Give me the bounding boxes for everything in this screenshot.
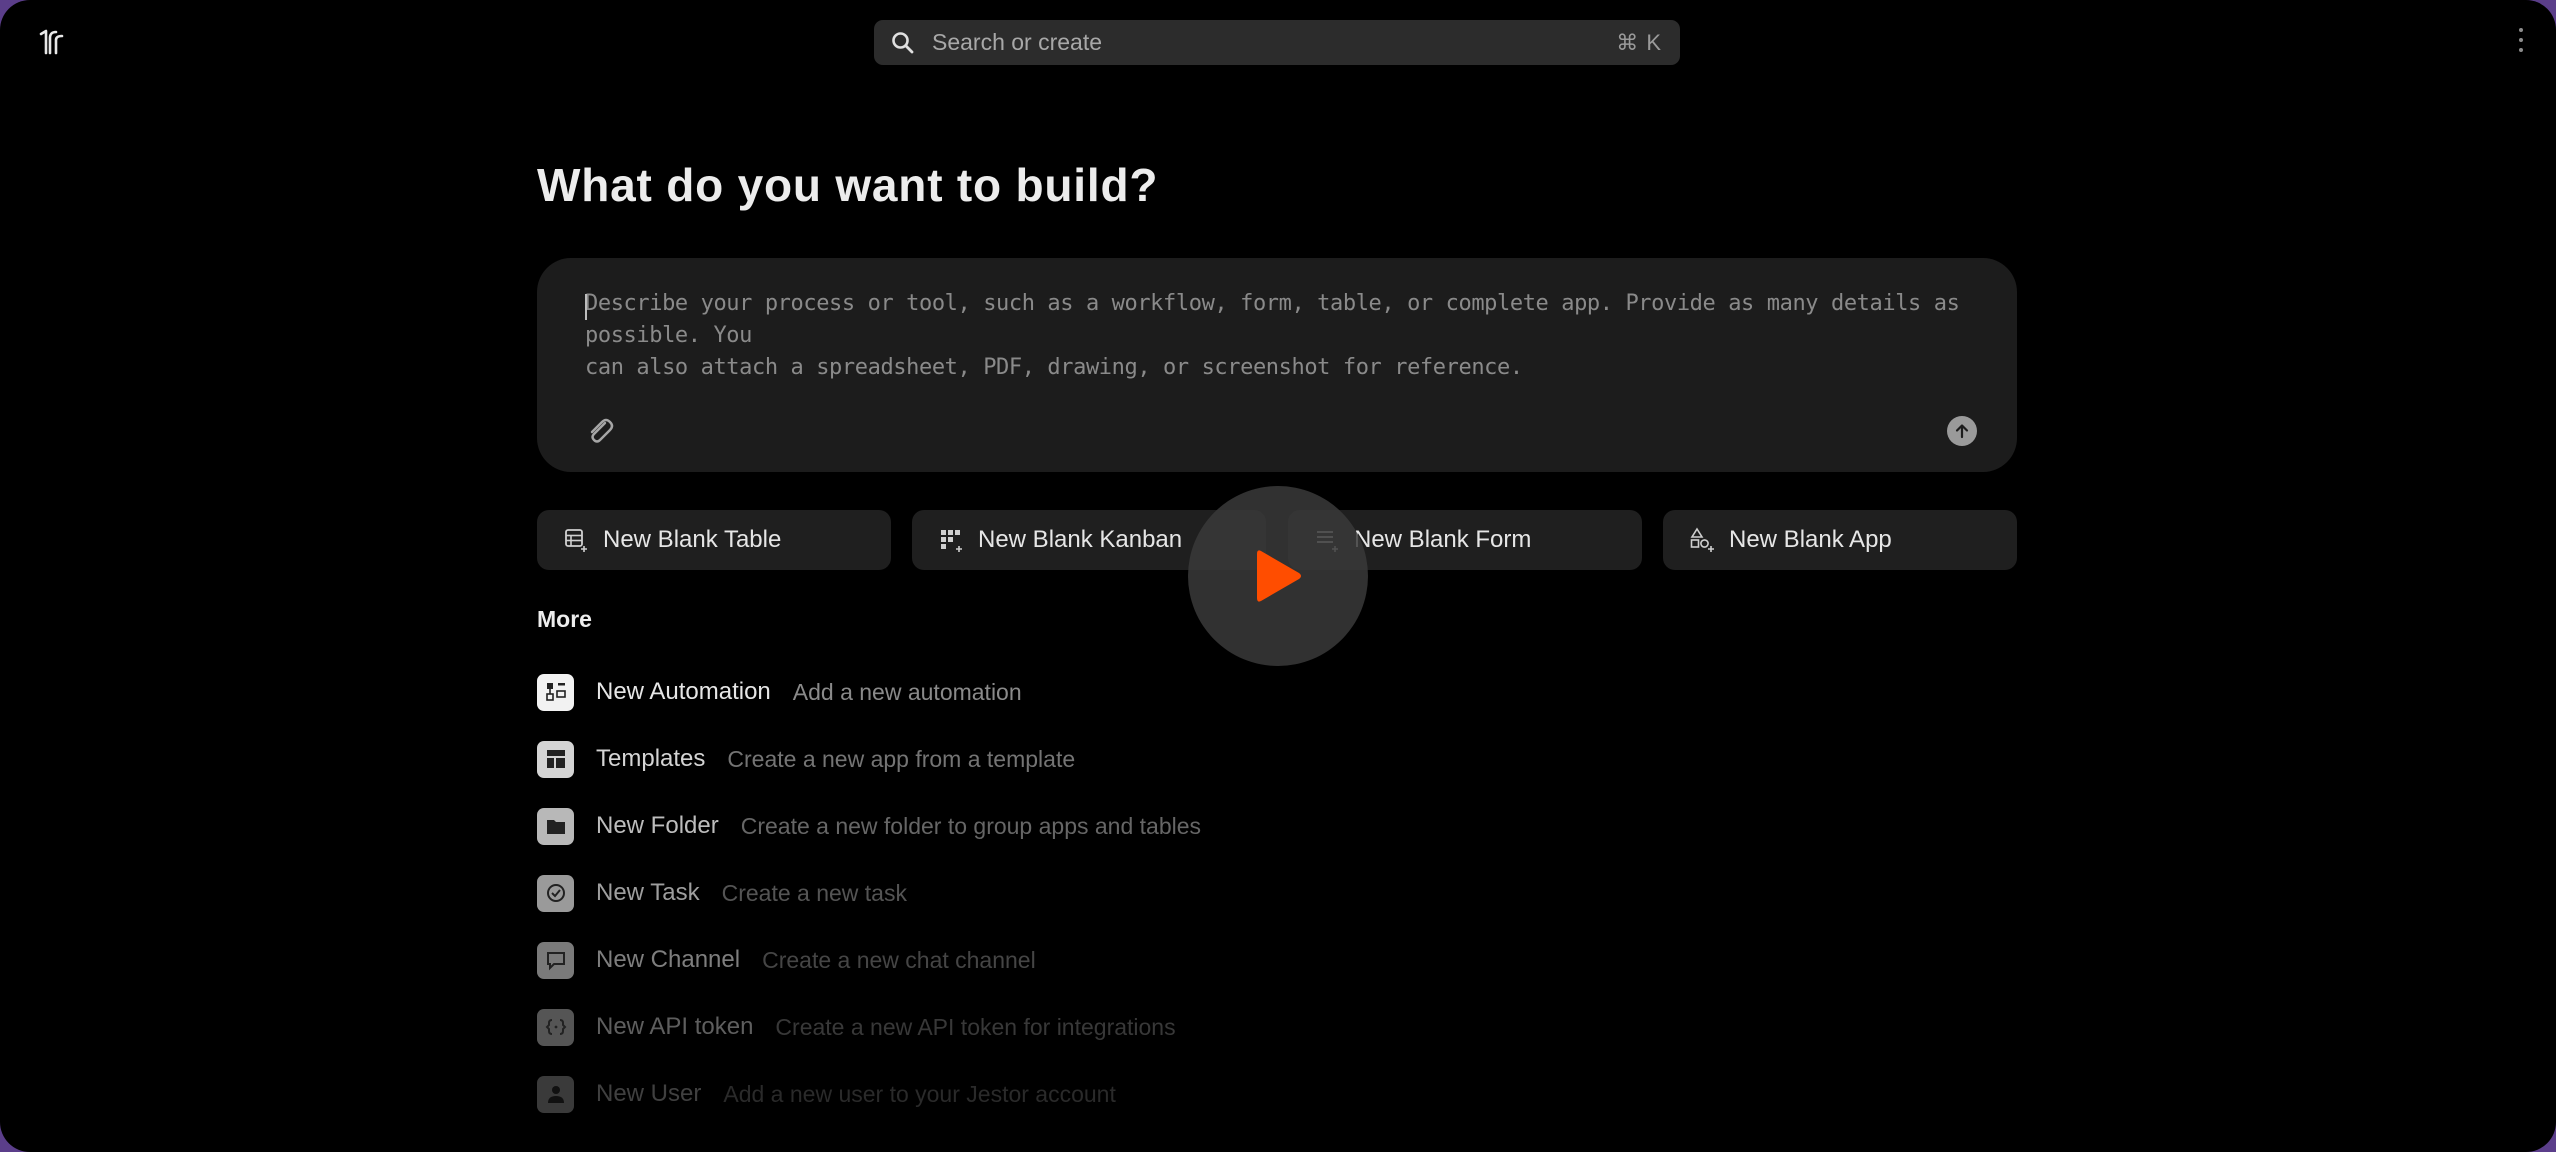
- more-item-desc: Create a new app from a template: [727, 745, 1076, 772]
- more-item-title: New Automation: [596, 678, 771, 705]
- new-blank-app-button[interactable]: New Blank App: [1663, 510, 2017, 570]
- more-item-title: New API token: [596, 1013, 754, 1040]
- more-item-title: New Task: [596, 879, 700, 906]
- more-item-new-automation[interactable]: New Automation Add a new automation: [537, 672, 1022, 712]
- more-item-desc: Add a new automation: [792, 678, 1022, 705]
- new-blank-app-label: New Blank App: [1729, 526, 1892, 553]
- more-item-desc: Create a new chat channel: [762, 946, 1036, 973]
- api-token-icon: [537, 1008, 574, 1046]
- send-button[interactable]: [1947, 416, 1977, 446]
- search-bar[interactable]: Search or create ⌘ K: [874, 20, 1680, 65]
- more-item-desc: Add a new user to your Jestor account: [723, 1080, 1116, 1107]
- new-blank-kanban-label: New Blank Kanban: [978, 526, 1183, 553]
- more-item-templates[interactable]: Templates Create a new app from a templa…: [537, 739, 1075, 779]
- task-icon: [537, 874, 574, 912]
- page-title: What do you want to build?: [537, 159, 1159, 211]
- more-item-new-user[interactable]: New User Add a new user to your Jestor a…: [537, 1074, 1116, 1114]
- prompt-input[interactable]: Describe your process or tool, such as a…: [537, 258, 2017, 472]
- logo-icon[interactable]: [38, 28, 66, 56]
- more-item-desc: Create a new task: [721, 879, 907, 906]
- more-item-new-task[interactable]: New Task Create a new task: [537, 873, 907, 913]
- folder-icon: [537, 807, 574, 845]
- new-blank-form-label: New Blank Form: [1354, 526, 1532, 553]
- prompt-placeholder-line-2: can also attach a spreadsheet, PDF, draw…: [585, 355, 1523, 380]
- app-window: Search or create ⌘ K What do you want to…: [0, 0, 2556, 1152]
- attach-paperclip-icon[interactable]: [583, 414, 617, 448]
- arrow-up-icon: [1955, 424, 1969, 439]
- templates-icon: [537, 740, 574, 778]
- more-item-title: New User: [596, 1080, 702, 1107]
- channel-icon: [537, 941, 574, 979]
- prompt-placeholder-line-1: Describe your process or tool, such as a…: [585, 291, 1960, 348]
- more-item-new-api-token[interactable]: New API token Create a new API token for…: [537, 1007, 1176, 1047]
- search-shortcut: ⌘ K: [1616, 29, 1662, 55]
- more-item-title: New Channel: [596, 946, 741, 973]
- new-blank-table-button[interactable]: New Blank Table: [537, 510, 891, 570]
- kanban-icon: [941, 530, 962, 552]
- play-icon: [1257, 550, 1301, 602]
- app-icon: [1690, 527, 1714, 552]
- search-icon: [892, 31, 914, 53]
- search-input[interactable]: Search or create: [932, 29, 1616, 56]
- more-item-title: Templates: [596, 745, 706, 772]
- play-video-button[interactable]: [1188, 486, 1368, 666]
- more-options-icon[interactable]: [2516, 28, 2526, 58]
- automation-icon: [537, 673, 574, 711]
- prompt-placeholder: Describe your process or tool, such as a…: [585, 288, 1969, 384]
- user-icon: [537, 1075, 574, 1113]
- more-item-new-folder[interactable]: New Folder Create a new folder to group …: [537, 806, 1201, 846]
- more-item-title: New Folder: [596, 812, 719, 839]
- more-item-desc: Create a new folder to group apps and ta…: [740, 812, 1202, 839]
- more-item-desc: Create a new API token for integrations: [775, 1013, 1176, 1040]
- more-section-title: More: [537, 606, 592, 632]
- more-item-new-channel[interactable]: New Channel Create a new chat channel: [537, 940, 1036, 980]
- new-blank-table-label: New Blank Table: [603, 526, 782, 553]
- text-caret: [585, 294, 587, 320]
- table-icon: [565, 529, 587, 552]
